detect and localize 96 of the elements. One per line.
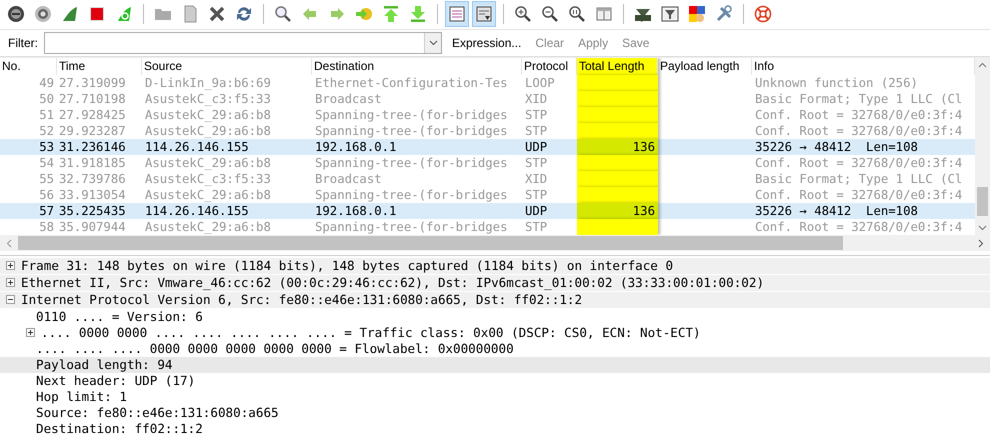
table-cell: 27.710198 bbox=[59, 92, 126, 106]
expander-icon[interactable] bbox=[6, 261, 15, 270]
table-cell: Spanning-tree-(for-bridges bbox=[315, 124, 508, 138]
dropdown-icon[interactable] bbox=[424, 33, 441, 54]
table-cell: Basic Format; Type 1 LLC (Cl bbox=[755, 172, 962, 186]
table-cell: AsustekC_29:a6:b8 bbox=[145, 156, 271, 170]
table-cell: 136 bbox=[632, 204, 655, 218]
table-cell: 49 bbox=[39, 76, 54, 90]
filter-label: Filter: bbox=[8, 36, 38, 50]
table-cell: 114.26.146.155 bbox=[145, 204, 249, 218]
table-cell: STP bbox=[525, 156, 548, 170]
tree-item[interactable]: Next header: UDP (17) bbox=[36, 373, 196, 388]
table-cell: 56 bbox=[39, 188, 54, 202]
tree-item[interactable]: Source: fe80::e46e:131:6080:a665 bbox=[36, 405, 279, 420]
table-cell: 52 bbox=[39, 124, 54, 138]
scroll-left-icon[interactable] bbox=[6, 238, 12, 248]
tree-item[interactable]: Payload length: 94 bbox=[36, 357, 172, 372]
packet-row[interactable]: 57 35.225435 114.26.146.155 192.168.0.1 UDP 136 35226 → 48412 Len=108 bbox=[0, 203, 975, 220]
table-cell: 55 bbox=[39, 172, 54, 186]
table-cell: 31.236146 bbox=[59, 140, 126, 154]
tree-item[interactable]: .... 0000 0000 .... .... .... .... .... = Traffic class: 0x00 (DSCP: CS0, ECN: Not-ECT) bbox=[41, 325, 701, 340]
table-cell: LOOP bbox=[525, 76, 555, 90]
table-cell: 51 bbox=[39, 108, 54, 122]
table-cell: 35.225435 bbox=[59, 204, 126, 218]
table-cell: 136 bbox=[632, 140, 655, 154]
list-icon[interactable] bbox=[445, 1, 469, 28]
tree-item[interactable]: .... .... .... 0000 0000 0000 0000 0000 = Flowlabel: 0x00000000 bbox=[36, 341, 514, 356]
table-cell: 33.913054 bbox=[59, 188, 126, 202]
table-cell: D-LinkIn_9a:b6:69 bbox=[145, 76, 271, 90]
table-cell: STP bbox=[525, 124, 548, 138]
table-cell: Spanning-tree-(for-bridges bbox=[315, 156, 508, 170]
table-cell: 35226 → 48412 Len=108 bbox=[755, 204, 918, 218]
table-cell: Conf. Root = 32768/0/e0:3f:4 bbox=[755, 188, 962, 202]
table-cell: 54 bbox=[39, 156, 54, 170]
table-cell: Basic Format; Type 1 LLC (Cl bbox=[755, 92, 962, 106]
table-cell: 114.26.146.155 bbox=[145, 140, 249, 154]
packet-row[interactable]: 53 31.236146 114.26.146.155 192.168.0.1 UDP 136 35226 → 48412 Len=108 bbox=[0, 139, 975, 156]
table-cell: AsustekC_29:a6:b8 bbox=[145, 124, 271, 138]
table-cell: 27.928425 bbox=[59, 108, 126, 122]
table-cell: UDP bbox=[525, 140, 548, 154]
table-cell: 31.918185 bbox=[59, 156, 126, 170]
table-cell: UDP bbox=[525, 204, 548, 218]
table-cell: Conf. Root = 32768/0/e0:3f:4 bbox=[755, 156, 962, 170]
column-header[interactable]: No. bbox=[0, 58, 57, 76]
expander-icon[interactable] bbox=[6, 295, 15, 304]
table-cell: XID bbox=[525, 92, 548, 106]
column-header[interactable]: Source bbox=[142, 58, 312, 76]
table-cell: STP bbox=[525, 220, 548, 234]
table-cell: XID bbox=[525, 172, 548, 186]
horizontal-scrollbar[interactable] bbox=[0, 235, 990, 251]
table-cell: STP bbox=[525, 108, 548, 122]
expander-icon[interactable] bbox=[6, 278, 15, 288]
table-cell: AsustekC_c3:f5:33 bbox=[145, 92, 271, 106]
table-cell: 32.739786 bbox=[59, 172, 126, 186]
table-cell: 35.907944 bbox=[59, 220, 126, 234]
table-cell: Spanning-tree-(for-bridges bbox=[315, 108, 508, 122]
tree-item[interactable]: 0110 .... = Version: 6 bbox=[36, 309, 203, 324]
scroll-up-icon[interactable] bbox=[978, 62, 987, 68]
scroll-thumb[interactable] bbox=[18, 236, 843, 250]
column-header[interactable]: Payload length bbox=[658, 58, 752, 76]
table-cell: 57 bbox=[39, 204, 54, 218]
table-cell: Spanning-tree-(for-bridges bbox=[315, 220, 508, 234]
table-cell: 29.923287 bbox=[59, 124, 126, 138]
table-cell: AsustekC_c3:f5:33 bbox=[145, 172, 271, 186]
table-cell: Conf. Root = 32768/0/e0:3f:4 bbox=[755, 124, 962, 138]
tree-item[interactable]: Destination: ff02::1:2 bbox=[36, 421, 203, 436]
expression-button[interactable]: Expression... bbox=[448, 36, 526, 50]
table-cell: Spanning-tree-(for-bridges bbox=[315, 188, 508, 202]
table-cell: AsustekC_29:a6:b8 bbox=[145, 108, 271, 122]
table-cell: 27.319099 bbox=[59, 76, 126, 90]
tree-item[interactable]: Hop limit: 1 bbox=[36, 389, 127, 404]
table-cell: 192.168.0.1 bbox=[315, 204, 396, 218]
scroll-thumb[interactable] bbox=[977, 187, 988, 216]
expander-icon[interactable] bbox=[26, 328, 35, 338]
table-cell: AsustekC_29:a6:b8 bbox=[145, 220, 271, 234]
table-cell: 35226 → 48412 Len=108 bbox=[755, 140, 918, 154]
table-cell: 50 bbox=[39, 92, 54, 106]
vertical-scrollbar[interactable] bbox=[975, 58, 990, 236]
column-header[interactable]: Time bbox=[57, 58, 142, 76]
filter-field[interactable] bbox=[44, 32, 442, 54]
table-cell: 53 bbox=[39, 140, 54, 154]
column-header[interactable]: Destination bbox=[312, 58, 522, 76]
table-cell: Conf. Root = 32768/0/e0:3f:4 bbox=[755, 220, 962, 234]
scroll-down-icon[interactable] bbox=[978, 225, 987, 232]
column-header[interactable]: Total Length bbox=[577, 58, 658, 76]
scroll-right-icon[interactable] bbox=[978, 238, 984, 248]
table-cell: 58 bbox=[39, 220, 54, 234]
table-cell: STP bbox=[525, 188, 548, 202]
table-cell: Broadcast bbox=[315, 92, 382, 106]
table-cell: Ethernet-Configuration-Tes bbox=[315, 76, 508, 90]
table-cell: 192.168.0.1 bbox=[315, 140, 396, 154]
table-cell: AsustekC_29:a6:b8 bbox=[145, 188, 271, 202]
table-cell: Broadcast bbox=[315, 172, 382, 186]
autoscroll-icon[interactable] bbox=[472, 1, 496, 28]
table-cell: Conf. Root = 32768/0/e0:3f:4 bbox=[755, 108, 962, 122]
table-cell: Unknown function (256) bbox=[755, 76, 918, 90]
